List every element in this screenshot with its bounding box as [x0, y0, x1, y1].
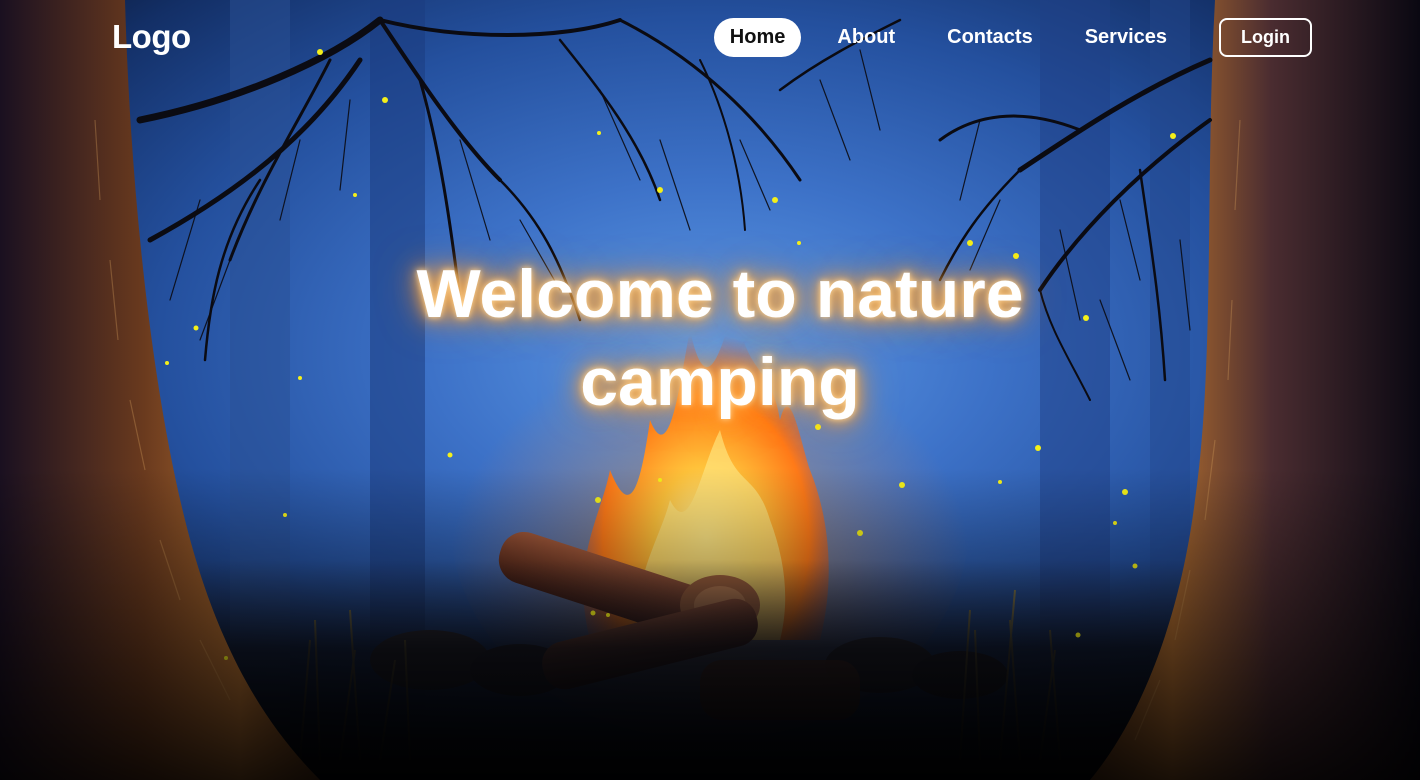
nav-about-link[interactable]: About — [821, 18, 911, 57]
site-logo[interactable]: Logo — [112, 18, 191, 56]
nav-services-link[interactable]: Services — [1069, 18, 1183, 57]
nav-contacts-link[interactable]: Contacts — [931, 18, 1049, 57]
login-button[interactable]: Login — [1219, 18, 1312, 57]
hero-page: Logo Home About Contacts Services Login … — [0, 0, 1420, 780]
nav-home-link[interactable]: Home — [713, 18, 802, 57]
main-navigation: Home About Contacts Services Login — [713, 18, 1312, 57]
hero-headline: Welcome to nature camping — [416, 256, 1024, 420]
